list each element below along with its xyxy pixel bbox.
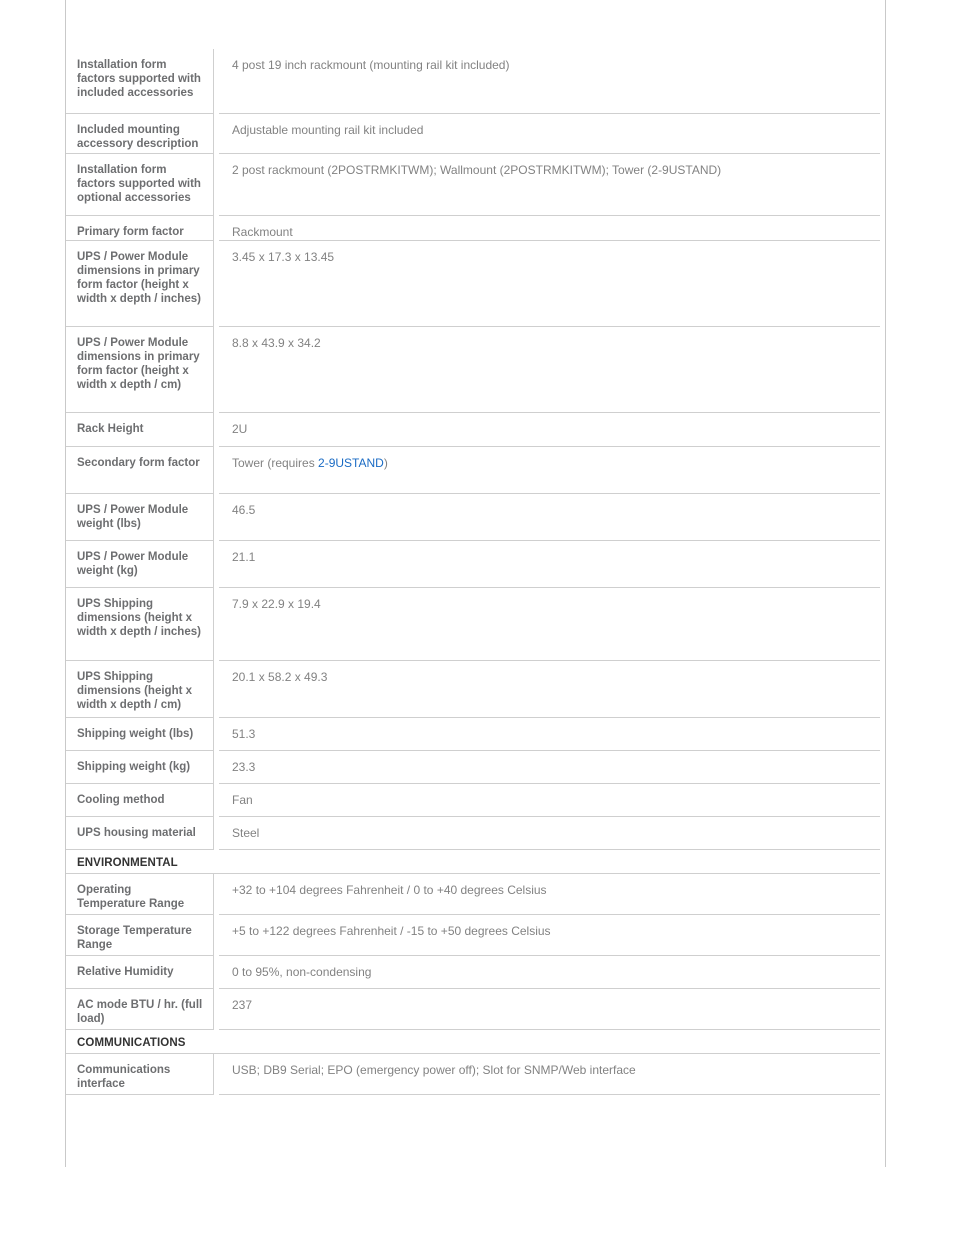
spec-label: UPS / Power Module dimensions in primary…	[66, 241, 214, 327]
spec-value: 21.1	[219, 541, 880, 588]
spec-row: UPS Shipping dimensions (height x width …	[66, 588, 880, 661]
spec-value: Tower (requires 2-9USTAND)	[219, 447, 880, 494]
spec-value-text-suffix: )	[383, 456, 388, 470]
spec-value: 2 post rackmount (2POSTRMKITWM); Wallmou…	[219, 154, 880, 216]
spec-row: Shipping weight (kg) 23.3	[66, 751, 880, 784]
spec-row: Primary form factor Rackmount	[66, 216, 880, 241]
spec-label: Shipping weight (lbs)	[66, 718, 214, 751]
spec-label: Rack Height	[66, 413, 214, 447]
spec-value: Adjustable mounting rail kit included	[219, 114, 880, 154]
spec-value: 51.3	[219, 718, 880, 751]
spec-value: USB; DB9 Serial; EPO (emergency power of…	[219, 1054, 880, 1095]
spec-label: UPS Shipping dimensions (height x width …	[66, 588, 214, 661]
spec-value: +32 to +104 degrees Fahrenheit / 0 to +4…	[219, 874, 880, 915]
spec-row: Installation form factors supported with…	[66, 154, 880, 216]
spec-label: Included mounting accessory description	[66, 114, 214, 154]
spec-row: Installation form factors supported with…	[66, 49, 880, 114]
spec-row: Shipping weight (lbs) 51.3	[66, 718, 880, 751]
spec-label: Operating Temperature Range	[66, 874, 214, 915]
spec-row: UPS / Power Module dimensions in primary…	[66, 327, 880, 413]
spec-row: UPS / Power Module weight (lbs) 46.5	[66, 494, 880, 541]
spec-row: UPS Shipping dimensions (height x width …	[66, 661, 880, 718]
spec-label: Cooling method	[66, 784, 214, 817]
spec-value: 4 post 19 inch rackmount (mounting rail …	[219, 49, 880, 114]
spec-row: Relative Humidity 0 to 95%, non-condensin…	[66, 956, 880, 989]
spec-row: Rack Height 2U	[66, 413, 880, 447]
spec-section-header: ENVIRONMENTAL	[66, 850, 880, 874]
specifications-table: Installation form factors supported with…	[65, 0, 886, 1167]
spec-row: Included mounting accessory description A…	[66, 114, 880, 154]
spec-value: 0 to 95%, non-condensing	[219, 956, 880, 989]
spec-row: UPS / Power Module dimensions in primary…	[66, 241, 880, 327]
spec-label: Primary form factor	[66, 216, 214, 241]
spec-value: 2U	[219, 413, 880, 447]
spec-value: 237	[219, 989, 880, 1030]
spec-label: Storage Temperature Range	[66, 915, 214, 956]
spec-value: 20.1 x 58.2 x 49.3	[219, 661, 880, 718]
spec-value-text: Tower (requires	[232, 456, 319, 470]
spec-value: +5 to +122 degrees Fahrenheit / -15 to +…	[219, 915, 880, 956]
spec-value: Rackmount	[219, 216, 880, 241]
spec-label: Secondary form factor	[66, 447, 214, 494]
spec-row: UPS housing material Steel	[66, 817, 880, 850]
spec-label: UPS / Power Module weight (lbs)	[66, 494, 214, 541]
spec-label: AC mode BTU / hr. (full load)	[66, 989, 214, 1030]
spec-value: 3.45 x 17.3 x 13.45	[219, 241, 880, 327]
spec-label: Communications interface	[66, 1054, 214, 1095]
spec-label: Installation form factors supported with…	[66, 49, 214, 114]
spec-label: Shipping weight (kg)	[66, 751, 214, 784]
spec-value: Fan	[219, 784, 880, 817]
spec-row: UPS / Power Module weight (kg) 21.1	[66, 541, 880, 588]
spec-row: Secondary form factor Tower (requires 2-9…	[66, 447, 880, 494]
spec-value: 7.9 x 22.9 x 19.4	[219, 588, 880, 661]
spec-label: UPS housing material	[66, 817, 214, 850]
spec-label: UPS / Power Module weight (kg)	[66, 541, 214, 588]
spec-label: UPS Shipping dimensions (height x width …	[66, 661, 214, 718]
spec-row: Cooling method Fan	[66, 784, 880, 817]
spec-row: Communications interface USB; DB9 Serial;…	[66, 1054, 880, 1095]
spec-value: 46.5	[219, 494, 880, 541]
spec-value-link[interactable]: 2-9USTAND	[318, 456, 384, 470]
spec-row: Operating Temperature Range +32 to +104 d…	[66, 874, 880, 915]
spec-row: Storage Temperature Range +5 to +122 degr…	[66, 915, 880, 956]
spec-value: 8.8 x 43.9 x 34.2	[219, 327, 880, 413]
spec-row: AC mode BTU / hr. (full load) 237	[66, 989, 880, 1030]
spec-label: Relative Humidity	[66, 956, 214, 989]
spec-value: Steel	[219, 817, 880, 850]
spec-value: 23.3	[219, 751, 880, 784]
spec-section-header: COMMUNICATIONS	[66, 1030, 880, 1054]
spec-label: UPS / Power Module dimensions in primary…	[66, 327, 214, 413]
spec-label: Installation form factors supported with…	[66, 154, 214, 216]
